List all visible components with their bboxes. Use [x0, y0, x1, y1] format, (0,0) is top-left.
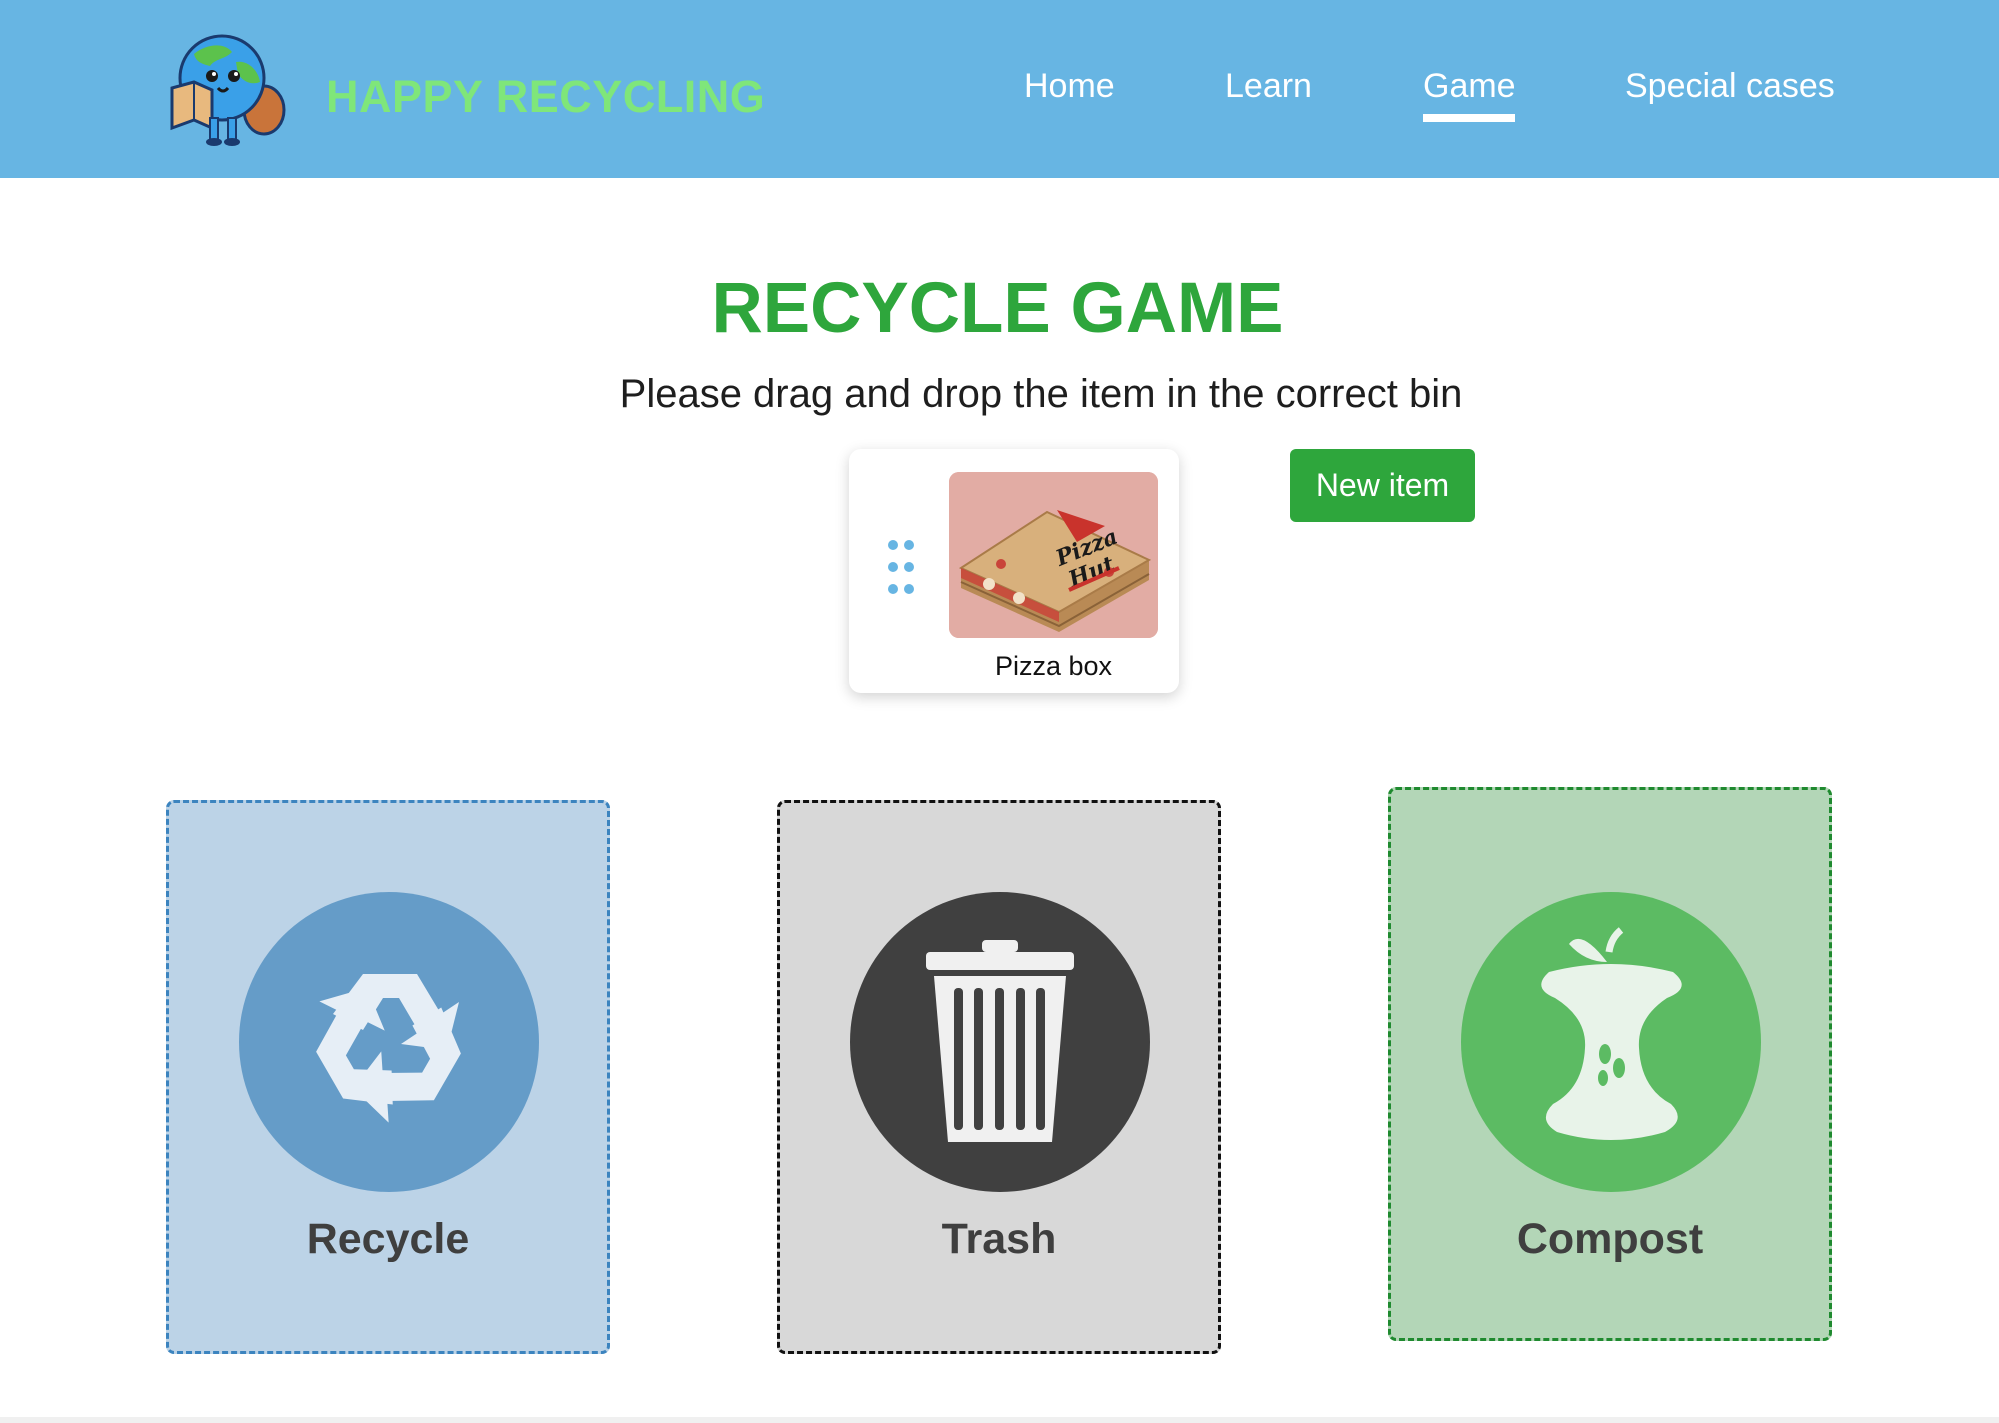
- nav-home[interactable]: Home: [1024, 67, 1115, 106]
- new-item-button[interactable]: New item: [1290, 449, 1475, 522]
- item-label: Pizza box: [994, 651, 1113, 681]
- nav-special-cases[interactable]: Special cases: [1625, 67, 1835, 106]
- nav-learn[interactable]: Learn: [1225, 67, 1312, 106]
- compost-bin-dropzone[interactable]: Compost: [1388, 787, 1832, 1341]
- trash-bin-label: Trash: [941, 1215, 1057, 1263]
- draggable-item-card[interactable]: Pizza Hut Pizza box: [849, 449, 1179, 693]
- recycle-bin-dropzone[interactable]: Recycle: [166, 800, 610, 1354]
- apple-core-icon: [1461, 892, 1761, 1192]
- top-navigation-bar: HAPPY RECYCLING Home Learn Game Special …: [0, 0, 1999, 178]
- game-instruction: Please drag and drop the item in the cor…: [619, 372, 1463, 416]
- nav-game[interactable]: Game: [1423, 67, 1516, 106]
- compost-bin-label: Compost: [1516, 1215, 1704, 1263]
- recycle-icon: [239, 892, 539, 1192]
- brand-name[interactable]: HAPPY RECYCLING: [326, 71, 765, 123]
- recycle-bin-label: Recycle: [306, 1215, 470, 1263]
- page-bottom-border: [0, 1417, 1999, 1423]
- active-nav-indicator: [1423, 114, 1515, 122]
- earth-mascot-logo-icon[interactable]: [166, 32, 286, 148]
- pizza-box-image: Pizza Hut: [949, 472, 1158, 638]
- page-title: RECYCLE GAME: [711, 269, 1284, 348]
- drag-handle-icon[interactable]: [886, 537, 916, 597]
- trash-bin-dropzone[interactable]: Trash: [777, 800, 1221, 1354]
- trash-can-icon: [850, 892, 1150, 1192]
